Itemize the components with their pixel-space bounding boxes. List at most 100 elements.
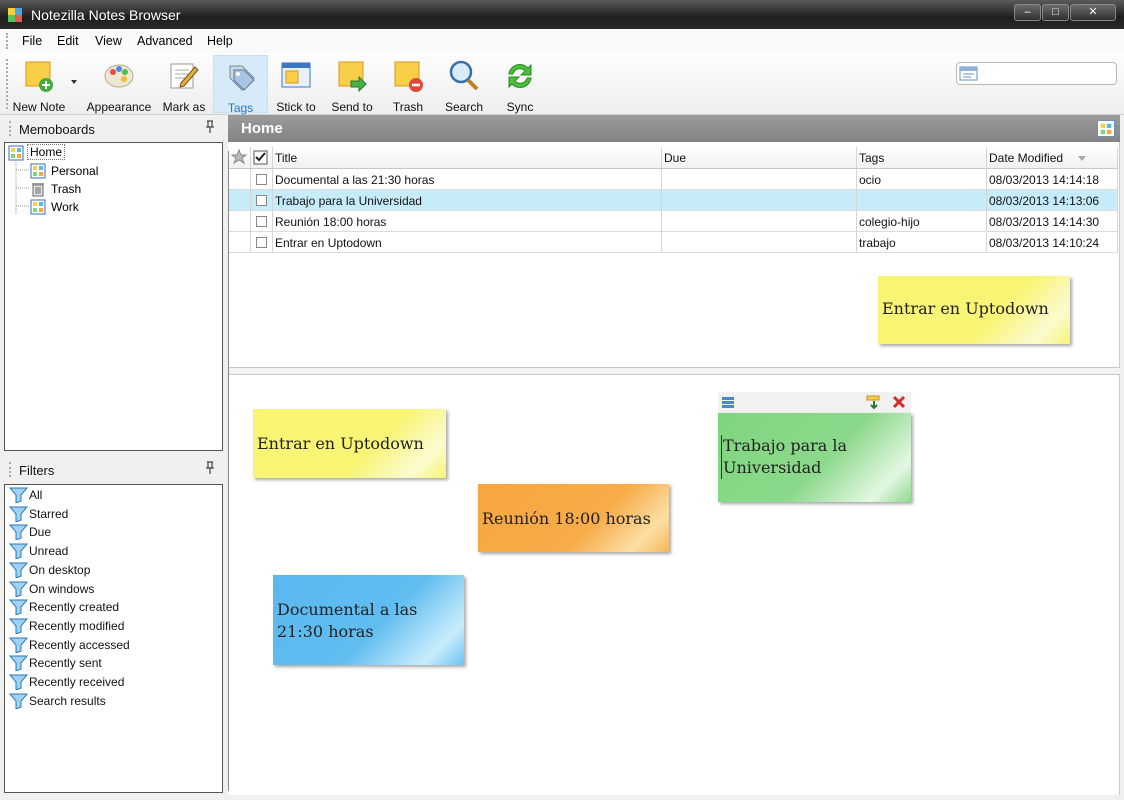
column-star[interactable] xyxy=(229,147,251,168)
column-due[interactable]: Due xyxy=(662,147,857,168)
cell-due xyxy=(662,232,857,253)
tree-item-label: Trash xyxy=(51,182,82,196)
sticky-note[interactable]: Documental a las 21:30 horas xyxy=(273,575,464,665)
tree-item-work[interactable]: Work xyxy=(30,198,130,216)
filter-funnel-icon xyxy=(9,674,28,690)
filters-title: Filters xyxy=(19,463,55,478)
new-note-button[interactable]: New Note xyxy=(11,55,67,114)
filter-item[interactable]: All xyxy=(9,486,209,504)
pin-icon[interactable] xyxy=(205,461,215,475)
trash-icon xyxy=(394,61,423,92)
sticky-note[interactable]: Entrar en Uptodown xyxy=(878,276,1070,344)
toolbar: New Note Appearance Mark as Tags Stick t… xyxy=(0,53,1124,115)
filters-grip[interactable] xyxy=(9,462,11,477)
trash-button[interactable]: Trash xyxy=(386,55,430,114)
column-date-modified[interactable]: Date Modified xyxy=(987,147,1118,168)
filter-funnel-icon xyxy=(9,562,28,578)
search-input[interactable] xyxy=(981,65,1113,82)
filters-header: Filters xyxy=(3,457,223,482)
note-text[interactable]: Trabajo para la Universidad xyxy=(721,435,901,479)
memoboard-view-icon[interactable] xyxy=(1097,120,1115,137)
filter-item[interactable]: Recently received xyxy=(9,673,209,691)
menu-file[interactable]: File xyxy=(22,34,42,48)
note-text[interactable]: Entrar en Uptodown xyxy=(257,433,424,455)
minimize-button[interactable]: – xyxy=(1014,4,1041,21)
filter-funnel-icon xyxy=(9,581,28,597)
filter-item[interactable]: Due xyxy=(9,523,209,541)
filter-item[interactable]: On windows xyxy=(9,580,209,598)
row-checkbox[interactable] xyxy=(256,237,267,248)
new-note-dropdown-arrow[interactable] xyxy=(71,80,77,84)
close-button[interactable]: ✕ xyxy=(1070,4,1116,21)
search-button[interactable]: Search xyxy=(441,55,487,114)
filter-item[interactable]: Starred xyxy=(9,505,209,523)
sync-button[interactable]: Sync xyxy=(497,55,543,114)
cell-star[interactable] xyxy=(229,211,251,232)
column-title[interactable]: Title xyxy=(273,147,662,168)
table-row[interactable]: Entrar en Uptodown trabajo 08/03/2013 14:1… xyxy=(229,232,1118,253)
filter-item-label: On windows xyxy=(29,581,95,596)
menu-advanced[interactable]: Advanced xyxy=(137,34,193,48)
filter-item[interactable]: Unread xyxy=(9,542,209,560)
filter-item[interactable]: Search results xyxy=(9,692,209,710)
memoboards-tree: Home Personal Trash Work xyxy=(4,142,223,451)
title-bar: Notezilla Notes Browser – □ ✕ xyxy=(0,0,1124,29)
new-note-label: New Note xyxy=(12,100,66,114)
column-tags[interactable]: Tags xyxy=(857,147,987,168)
table-row[interactable]: Trabajo para la Universidad 08/03/2013 14… xyxy=(229,190,1118,211)
table-row[interactable]: Reunión 18:00 horas colegio-hijo 08/03/201… xyxy=(229,211,1118,232)
cell-tags xyxy=(857,190,987,211)
filter-funnel-icon xyxy=(9,618,28,634)
note-text[interactable]: Entrar en Uptodown xyxy=(882,298,1049,320)
cell-star[interactable] xyxy=(229,232,251,253)
note-menu-icon[interactable] xyxy=(721,395,735,410)
search-label: Search xyxy=(444,100,484,114)
filter-item-label: On desktop xyxy=(29,562,91,577)
sticky-note[interactable]: Trabajo para la Universidad xyxy=(718,413,911,502)
note-text[interactable]: Reunión 18:00 horas xyxy=(482,508,651,530)
note-close-icon[interactable] xyxy=(891,394,907,410)
row-checkbox[interactable] xyxy=(256,195,267,206)
filter-item-label: Unread xyxy=(29,544,69,559)
mark-as-button[interactable]: Mark as xyxy=(160,55,208,114)
appearance-icon xyxy=(104,64,134,88)
filter-item[interactable]: On desktop xyxy=(9,561,209,579)
toolbar-grip[interactable] xyxy=(6,59,8,109)
cell-title: Entrar en Uptodown xyxy=(273,232,662,253)
cell-star[interactable] xyxy=(229,190,251,211)
filter-item[interactable]: Recently created xyxy=(9,598,209,616)
cell-date-modified: 08/03/2013 14:14:18 xyxy=(987,169,1118,190)
memoboards-grip[interactable] xyxy=(9,121,11,136)
row-checkbox[interactable] xyxy=(256,216,267,227)
filter-item-label: Recently created xyxy=(29,600,120,615)
column-check[interactable] xyxy=(251,147,273,168)
sticky-note[interactable]: Entrar en Uptodown xyxy=(253,409,446,478)
menu-view[interactable]: View xyxy=(95,34,122,48)
pin-icon[interactable] xyxy=(205,120,215,134)
cell-star[interactable] xyxy=(229,169,251,190)
menu-grip[interactable] xyxy=(6,33,8,49)
note-text[interactable]: Documental a las 21:30 horas xyxy=(277,599,457,643)
sticky-note[interactable]: Reunión 18:00 horas xyxy=(478,484,669,552)
filter-item[interactable]: Recently sent xyxy=(9,654,209,672)
tags-button[interactable]: Tags xyxy=(213,55,268,115)
table-row[interactable]: Documental a las 21:30 horas ocio 08/03/20… xyxy=(229,169,1118,190)
quick-search-box[interactable] xyxy=(956,62,1117,85)
tree-item-personal[interactable]: Personal xyxy=(30,162,130,180)
filter-item[interactable]: Recently modified xyxy=(9,617,209,635)
tree-item-trash[interactable]: Trash xyxy=(30,180,130,198)
filter-funnel-icon xyxy=(9,487,28,503)
maximize-button[interactable]: □ xyxy=(1042,4,1069,21)
note-stick-icon[interactable] xyxy=(866,395,882,410)
stick-to-button[interactable]: Stick to xyxy=(272,55,320,114)
main-left-border xyxy=(228,151,229,791)
menu-edit[interactable]: Edit xyxy=(57,34,79,48)
row-checkbox[interactable] xyxy=(256,174,267,185)
pane-splitter[interactable] xyxy=(228,367,1120,375)
menu-help[interactable]: Help xyxy=(207,34,233,48)
appearance-button[interactable]: Appearance xyxy=(85,55,153,114)
note-toolbar xyxy=(718,392,911,413)
tree-item-label: Home xyxy=(27,144,66,160)
send-to-button[interactable]: Send to xyxy=(328,55,376,114)
filter-item[interactable]: Recently accessed xyxy=(9,636,209,654)
